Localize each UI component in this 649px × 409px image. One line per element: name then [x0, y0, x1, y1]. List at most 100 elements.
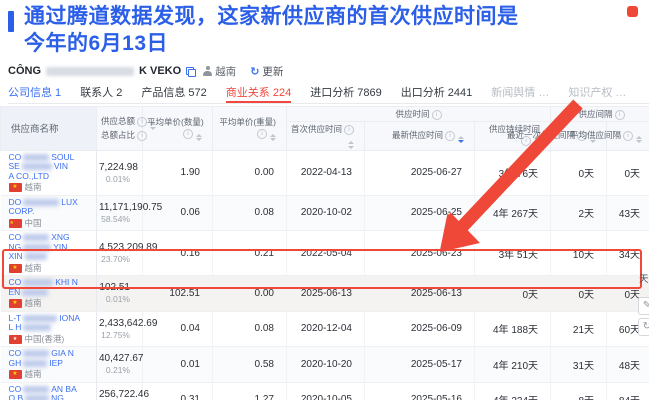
redacted-text [23, 234, 50, 242]
cell-supply-total: 102.51 0.01% [96, 275, 143, 312]
cell-avg-price-qty: 0.01 [142, 346, 213, 383]
group-header-supply-interval: 供应间隔 [550, 106, 649, 122]
tab-news-sentiment[interactable]: 新闻舆情 … [491, 84, 549, 103]
title-accent-bar [8, 11, 14, 32]
supplier-name-link[interactable]: COSOULSEVINA CO.,LTD越南 [0, 150, 97, 196]
supplier-name-link[interactable]: DOLUXCORP.中国 [0, 195, 97, 231]
cell-latest-supply-date: 2025-06-09 [364, 311, 475, 347]
cell-avg-interval: 43天 [606, 195, 649, 231]
country-label: 越南 [8, 182, 94, 193]
redacted-text [23, 385, 50, 393]
col-header-latest-supply[interactable]: 最新供应时间 [364, 121, 475, 151]
cell-last-interval: 10天 [550, 230, 608, 276]
table-row[interactable]: COAN BAO BNG越南256,722.461.35%0.311.27202… [0, 382, 649, 400]
tab-import-analysis[interactable]: 进口分析 7869 [310, 84, 382, 103]
tab-intellectual-property[interactable]: 知识产权 … [568, 84, 626, 103]
supplier-analysis-page: 通过腾道数据发现，这家新供应商的首次供应时间是今年的6月13日 CÔNG K V… [0, 0, 649, 409]
country-label: 越南 [8, 298, 94, 309]
tab-export-analysis[interactable]: 出口分析 2441 [401, 84, 473, 103]
cell-supply-duration: 4年 210天 [474, 346, 552, 383]
tab-business-relation[interactable]: 商业关系 224 [225, 84, 292, 103]
flag-vietnam-icon [8, 263, 22, 273]
supplier-name-link[interactable]: COAN BAO BNG越南 [0, 382, 97, 400]
tab-company-info[interactable]: 公司信息 1 [8, 84, 61, 103]
sort-icon[interactable] [636, 135, 643, 143]
cell-avg-price-wt: 0.00 [212, 150, 287, 196]
info-icon[interactable] [257, 128, 267, 139]
cell-latest-supply-date: 2025-06-23 [364, 230, 475, 276]
cell-avg-price-wt: 0.21 [212, 230, 287, 276]
cell-supply-total: 11,171,190.75 58.54% [96, 195, 162, 231]
supplier-name-link[interactable]: COGIA NGHIEP越南 [0, 346, 97, 383]
cell-supply-total: 2,433,642.69 12.75% [96, 311, 157, 347]
info-icon[interactable] [137, 117, 148, 127]
table-row[interactable]: COGIA NGHIEP越南40,427.670.21%0.010.582020… [0, 346, 649, 383]
feedback-icon[interactable]: ✎ [638, 297, 649, 315]
sort-icon[interactable] [270, 133, 276, 141]
info-icon[interactable] [183, 128, 193, 139]
table-row[interactable]: COKHI NEN越南102.510.01%102.510.002025-06-… [0, 275, 649, 312]
cell-avg-price-wt: 0.08 [212, 195, 287, 231]
cell-avg-price-wt: 0.08 [212, 311, 287, 347]
cell-supply-duration: 4年 188天 [474, 311, 552, 347]
redacted-text [21, 163, 52, 171]
table-row[interactable]: COXNGNGYINXIN越南4,523,209.8923.70%0.160.2… [0, 230, 649, 276]
info-icon[interactable] [137, 130, 148, 141]
supplier-name-link[interactable]: COXNGNGYINXIN越南 [0, 230, 97, 276]
redacted-text [23, 359, 48, 367]
cell-latest-supply-date: 2025-05-16 [364, 382, 475, 400]
cell-supply-duration: 4年 224天 [474, 382, 552, 400]
sort-icon[interactable] [196, 133, 202, 141]
col-header-first-supply[interactable]: 首次供应时间 [286, 121, 365, 151]
company-name-redacted [46, 66, 134, 76]
red-marker-icon [627, 6, 638, 17]
info-icon[interactable] [344, 125, 355, 135]
cell-first-supply-date: 2022-05-04 [286, 230, 365, 276]
table-row[interactable]: L-TIONAL H中国(香港)2,433,642.6912.75%0.040.… [0, 311, 649, 347]
cell-avg-price-qty: 1.90 [142, 150, 213, 196]
tab-contacts[interactable]: 联系人 2 [80, 84, 122, 103]
cell-first-supply-date: 2020-10-02 [286, 195, 365, 231]
info-icon[interactable] [445, 130, 455, 141]
flag-vietnam-icon [8, 370, 22, 380]
refresh-icon: ↻ [250, 65, 260, 78]
cell-avg-price-qty: 102.51 [142, 275, 213, 312]
redacted-text [23, 324, 52, 332]
cell-last-interval: 2天 [550, 195, 608, 231]
cell-supply-total: 40,427.67 0.21% [96, 346, 144, 383]
cell-first-supply-date: 2025-06-13 [286, 275, 365, 312]
info-icon[interactable] [431, 110, 442, 120]
tab-bar: 公司信息 1 联系人 2 产品信息 572 商业关系 224 进口分析 7869 出口分析… [8, 84, 649, 104]
cell-supply-duration: 4年 267天 [474, 195, 552, 231]
col-header-avg-interval[interactable]: 平均供应间隔 [570, 121, 649, 151]
cell-supply-duration: 3年 51天 [474, 230, 552, 276]
country-label: 越南 [8, 263, 94, 274]
cell-first-supply-date: 2020-12-04 [286, 311, 365, 347]
cell-supply-duration: 3年 76天 [474, 150, 552, 196]
info-icon[interactable] [623, 130, 634, 141]
cell-avg-price-qty: 0.06 [142, 195, 213, 231]
supplier-name-link[interactable]: COKHI NEN越南 [0, 275, 97, 312]
cell-last-interval: 31天 [550, 346, 608, 383]
supplier-name-link[interactable]: L-TIONAL H中国(香港) [0, 311, 97, 347]
sort-icon-active[interactable] [458, 135, 464, 143]
col-header-total[interactable]: 供应总额 总额占比 [96, 106, 157, 151]
cell-supply-total: 7,224.98 0.01% [96, 150, 143, 196]
flag-vietnam-icon [8, 299, 22, 309]
refresh-float-icon[interactable]: ↻ [638, 318, 649, 336]
sort-icon[interactable] [348, 141, 354, 149]
refresh-button[interactable]: ↻ 更新 [250, 64, 283, 79]
col-header-avg-price-wt[interactable]: 平均单价(重量) [212, 106, 287, 151]
cell-avg-price-wt: 1.27 [212, 382, 287, 400]
flag-vietnam-icon [8, 183, 22, 193]
table-row[interactable]: COSOULSEVINA CO.,LTD越南7,224.980.01%1.900… [0, 150, 649, 196]
cell-supply-duration: 0天 [474, 275, 552, 312]
info-icon[interactable] [614, 110, 625, 120]
copy-icon[interactable] [186, 66, 197, 77]
country-label: 越南 [8, 369, 94, 380]
table-row[interactable]: DOLUXCORP.中国11,171,190.7558.54%0.060.082… [0, 195, 649, 231]
tab-product-info[interactable]: 产品信息 572 [141, 84, 206, 103]
redacted-text [23, 198, 60, 206]
cell-avg-price-wt: 0.00 [212, 275, 287, 312]
cell-supply-total: 4,523,209.89 23.70% [96, 230, 157, 276]
